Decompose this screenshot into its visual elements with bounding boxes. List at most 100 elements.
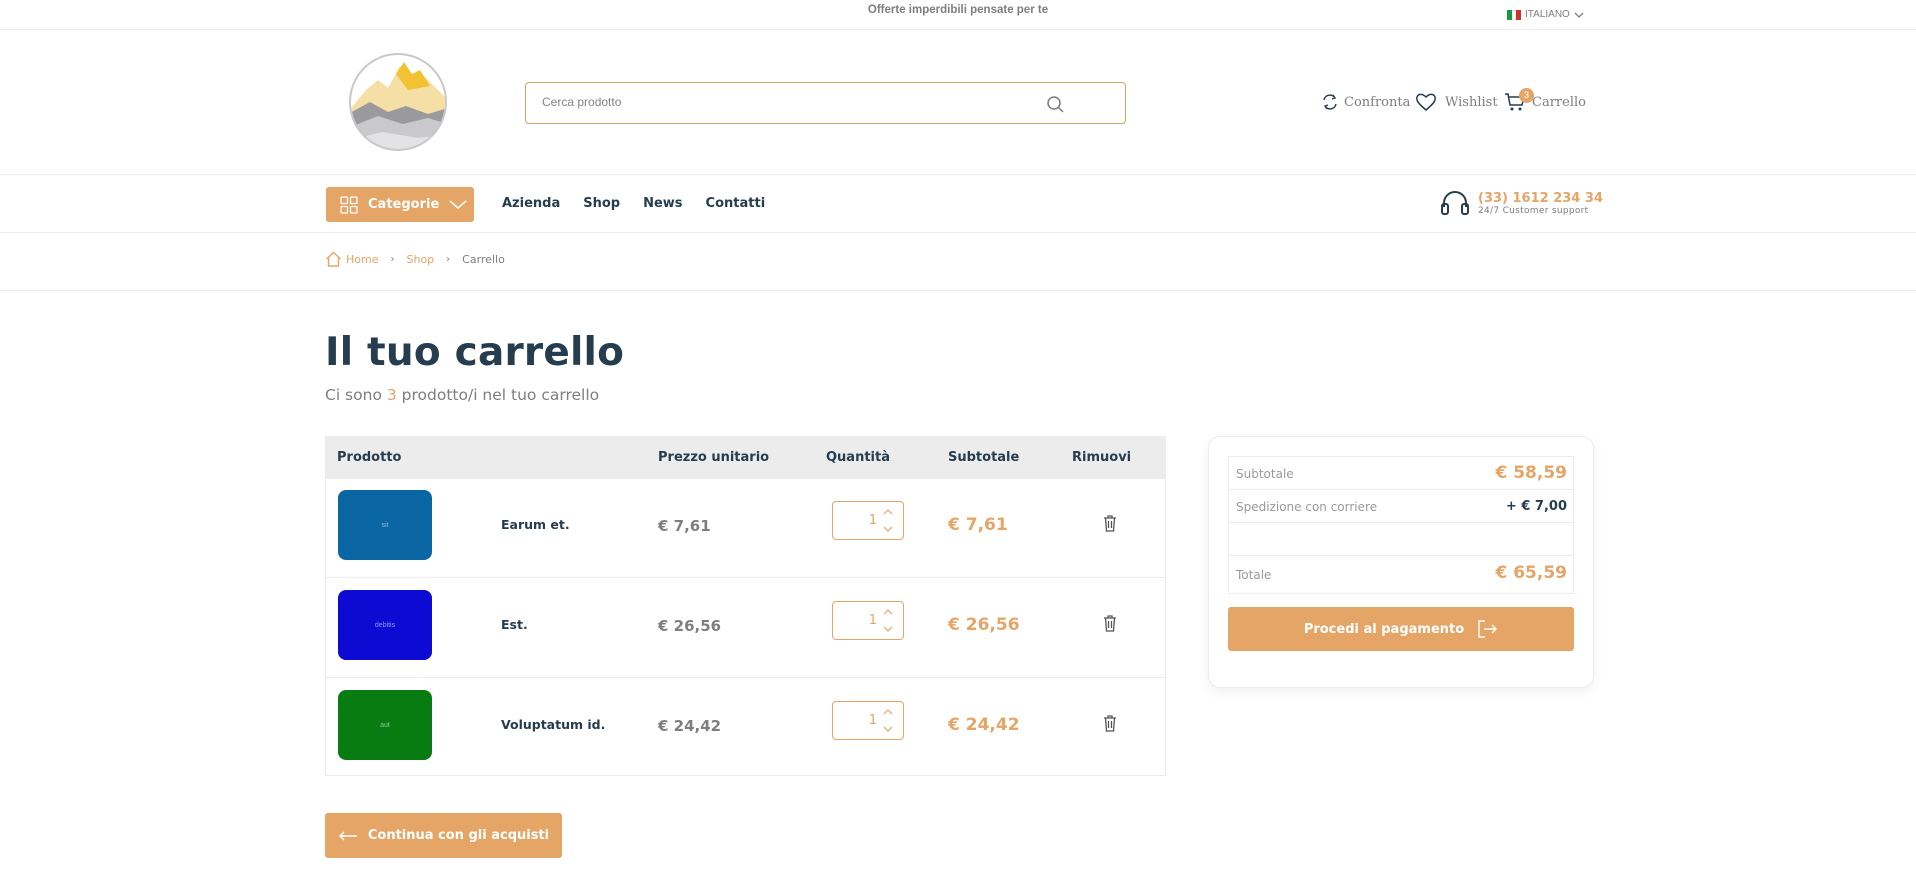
cart-item-count: 3 <box>386 386 397 404</box>
categories-label: Categorie <box>368 197 440 212</box>
product-name[interactable]: Est. <box>501 617 528 632</box>
breadcrumb-shop[interactable]: Shop <box>406 253 434 266</box>
nav-link-shop[interactable]: Shop <box>583 196 620 211</box>
summary-total-value: € 65,59 <box>1495 563 1567 583</box>
italy-flag-icon <box>1507 9 1522 20</box>
summary-row-subtotal: Subtotale € 58,59 <box>1229 457 1573 490</box>
col-quantity: Quantità <box>826 450 890 465</box>
page-title: Il tuo carrello <box>325 330 625 375</box>
summary-table: Subtotale € 58,59 Spedizione con corrier… <box>1228 456 1574 594</box>
cart-subtitle: Ci sono 3 prodotto/i nel tuo carrello <box>325 386 599 404</box>
search-input[interactable] <box>542 95 1022 109</box>
chevron-down-icon <box>1574 12 1584 18</box>
header: Confronta Wishlist Carrello 3 <box>0 30 1916 175</box>
nav-link-contatti[interactable]: Contatti <box>706 196 766 211</box>
wishlist-link[interactable]: Wishlist <box>1415 92 1498 112</box>
main-nav: Categorie Azienda Shop News Contatti (33… <box>0 175 1916 233</box>
continue-shopping-button[interactable]: Continua con gli acquisti <box>325 813 562 858</box>
unit-price: € 24,42 <box>658 717 722 735</box>
breadcrumb-home[interactable]: Home <box>325 251 378 267</box>
summary-subtotal-value: € 58,59 <box>1495 463 1567 483</box>
summary-subtotal-label: Subtotale <box>1236 467 1294 481</box>
quantity-stepper[interactable]: 1 <box>832 601 904 640</box>
support-phone: (33) 1612 234 34 <box>1478 190 1603 206</box>
checkout-label: Procedi al pagamento <box>1303 621 1465 637</box>
checkout-button[interactable]: Procedi al pagamento <box>1228 607 1574 651</box>
support-caption: 24/7 Customer support <box>1478 205 1589 216</box>
quantity-value[interactable]: 1 <box>869 613 877 628</box>
cart-link[interactable]: Carrello <box>1504 92 1586 112</box>
summary-row-empty <box>1229 523 1573 556</box>
chevron-up-icon[interactable] <box>883 707 893 717</box>
subtitle-prefix: Ci sono <box>325 386 387 404</box>
categories-button[interactable]: Categorie <box>326 187 474 222</box>
product-thumbnail[interactable]: aut <box>338 690 432 760</box>
summary-row-shipping: Spedizione con corriere + € 7,00 <box>1229 490 1573 523</box>
table-row: aut Voluptatum id. € 24,42 1 € 24,42 <box>326 679 1165 778</box>
quantity-value[interactable]: 1 <box>869 713 877 728</box>
compare-icon <box>1323 94 1337 110</box>
compare-label: Confronta <box>1344 94 1411 110</box>
table-header: Prodotto Prezzo unitario Quantità Subtot… <box>326 437 1165 479</box>
cart-table: Prodotto Prezzo unitario Quantità Subtot… <box>325 436 1166 776</box>
wishlist-label: Wishlist <box>1445 94 1498 110</box>
nav-link-azienda[interactable]: Azienda <box>502 196 560 211</box>
promo-text: Offerte imperdibili pensate per te <box>867 4 1049 16</box>
trash-icon[interactable] <box>1102 714 1118 732</box>
breadcrumb-current: Carrello <box>462 252 505 266</box>
breadcrumb: Home › Shop › Carrello <box>0 233 1916 291</box>
headset-icon <box>1441 191 1469 215</box>
col-product: Prodotto <box>337 450 402 465</box>
quantity-stepper[interactable]: 1 <box>832 501 904 540</box>
subtitle-suffix: prodotto/i nel tuo carrello <box>396 386 600 404</box>
product-thumbnail[interactable]: debitis <box>338 590 432 660</box>
chevron-down-icon[interactable] <box>883 524 893 534</box>
top-bar: Offerte imperdibili pensate per te ITALI… <box>0 0 1916 30</box>
summary-shipping-label: Spedizione con corriere <box>1236 500 1378 514</box>
col-unit-price: Prezzo unitario <box>658 450 770 465</box>
table-row: debitis Est. € 26,56 1 € 26,56 <box>326 579 1165 678</box>
nav-link-news[interactable]: News <box>643 196 682 211</box>
row-subtotal: € 26,56 <box>948 615 1020 635</box>
heart-icon <box>1416 93 1436 111</box>
product-thumbnail[interactable]: sit <box>338 490 432 560</box>
customer-support[interactable]: (33) 1612 234 34 24/7 Customer support <box>1440 189 1603 217</box>
trash-icon[interactable] <box>1102 614 1118 632</box>
col-subtotal: Subtotale <box>948 450 1020 465</box>
product-name[interactable]: Voluptatum id. <box>501 717 605 732</box>
site-logo[interactable] <box>348 52 448 152</box>
row-subtotal: € 7,61 <box>948 515 1008 535</box>
quantity-stepper[interactable]: 1 <box>832 701 904 740</box>
breadcrumb-separator: › <box>446 253 451 265</box>
col-remove: Rimuovi <box>1072 450 1132 465</box>
unit-price: € 7,61 <box>658 517 711 535</box>
home-icon <box>326 251 341 267</box>
language-selector[interactable]: ITALIANO <box>1507 9 1584 20</box>
breadcrumb-home-label: Home <box>346 252 379 266</box>
summary-total-label: Totale <box>1236 568 1272 582</box>
compare-link[interactable]: Confronta <box>1320 92 1410 112</box>
order-summary: Subtotale € 58,59 Spedizione con corrier… <box>1208 436 1594 688</box>
chevron-up-icon[interactable] <box>883 607 893 617</box>
chevron-down-icon <box>449 199 467 209</box>
summary-row-total: Totale € 65,59 <box>1229 556 1573 593</box>
trash-icon[interactable] <box>1102 514 1118 532</box>
quantity-value[interactable]: 1 <box>869 513 877 528</box>
cart-label: Carrello <box>1532 94 1586 110</box>
chevron-down-icon[interactable] <box>883 724 893 734</box>
product-name[interactable]: Earum et. <box>501 517 570 532</box>
chevron-down-icon[interactable] <box>883 624 893 634</box>
sign-out-icon <box>1478 620 1498 638</box>
chevron-up-icon[interactable] <box>883 507 893 517</box>
arrow-left-icon <box>338 831 357 840</box>
cart-count-badge: 3 <box>1519 88 1534 103</box>
language-label: ITALIANO <box>1525 9 1570 20</box>
row-subtotal: € 24,42 <box>948 715 1020 735</box>
nav-links: Azienda Shop News Contatti <box>502 196 765 211</box>
continue-shopping-label: Continua con gli acquisti <box>367 828 550 843</box>
search-icon[interactable] <box>1044 93 1066 115</box>
unit-price: € 26,56 <box>658 617 722 635</box>
breadcrumb-separator: › <box>390 253 395 265</box>
search-box <box>525 82 1126 124</box>
table-row: sit Earum et. € 7,61 1 € 7,61 <box>326 479 1165 578</box>
